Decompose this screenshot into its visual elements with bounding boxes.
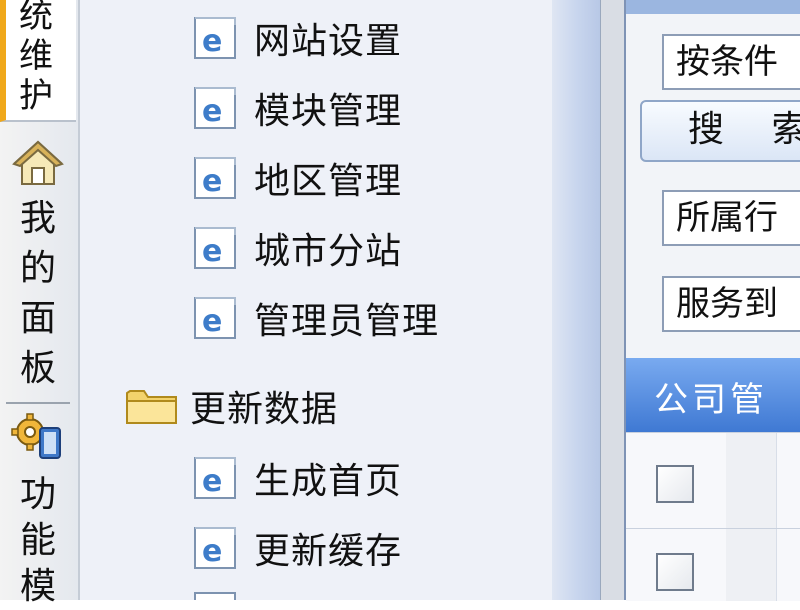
- tab-my-panel[interactable]: 我的面板: [0, 138, 76, 400]
- ie-page-icon: e: [194, 17, 236, 59]
- main-content: 按条件 搜 索 所属行 服务到 公司管: [624, 0, 800, 601]
- tree-item-label: 地区管理: [254, 161, 403, 202]
- table-cell: [726, 433, 777, 529]
- navigation-tree: e 网站设置 e 模块管理 e 地区管理 e 城市分站 e 管理员管理 更新数据…: [80, 0, 552, 600]
- svg-text:e: e: [202, 234, 222, 269]
- ie-page-icon: e: [194, 527, 236, 569]
- tree-item-region-management[interactable]: e 地区管理: [192, 148, 402, 208]
- tree-item-update-cache[interactable]: e 更新缓存: [192, 518, 402, 578]
- row-checkbox[interactable]: [656, 553, 694, 591]
- ie-page-icon: e: [194, 157, 236, 199]
- search-button[interactable]: 搜 索: [640, 100, 800, 162]
- svg-text:e: e: [202, 164, 222, 199]
- row-checkbox[interactable]: [656, 465, 694, 503]
- tree-item-label: 更新缓存: [254, 531, 403, 572]
- tab-label-char: 统维护: [19, 0, 53, 116]
- vertical-tab-strip: 统维护 我的面板 功能模: [0, 0, 80, 607]
- tree-item-site-settings[interactable]: e 网站设置: [192, 8, 402, 68]
- tree-item-city-substation[interactable]: e 城市分站: [192, 218, 402, 278]
- grid-header-title: 公司管: [654, 380, 768, 420]
- tab-system-maintenance[interactable]: 统维护: [0, 0, 76, 122]
- tree-folder-update-data[interactable]: 更新数据: [124, 376, 338, 436]
- panel-splitter[interactable]: [552, 0, 600, 600]
- tree-item-label: 管理员管理: [254, 301, 440, 342]
- tab-function-modules-label: 功能模: [19, 474, 56, 607]
- gear-document-icon: [11, 413, 61, 459]
- ie-page-icon: e: [194, 457, 236, 499]
- tree-item-module-management[interactable]: e 模块管理: [192, 78, 402, 138]
- table-cell: [726, 529, 777, 601]
- tree-item-label: 模块管理: [254, 91, 403, 132]
- svg-text:e: e: [202, 534, 222, 569]
- tree-item-label: 网站设置: [254, 21, 403, 62]
- grid-header: 公司管: [626, 358, 800, 432]
- tree-item-admin-management[interactable]: e 管理员管理: [192, 288, 439, 348]
- content-top-bar: [626, 0, 800, 14]
- svg-text:e: e: [202, 304, 222, 339]
- panel-gutter: [600, 0, 625, 600]
- tree-item-generate-homepage[interactable]: e 生成首页: [192, 448, 402, 508]
- home-icon: [12, 140, 64, 185]
- tree-folder-label: 更新数据: [190, 389, 339, 430]
- ie-page-icon: e: [194, 87, 236, 129]
- table-row: [626, 528, 800, 601]
- service-select[interactable]: 服务到: [662, 276, 800, 332]
- condition-select[interactable]: 按条件: [662, 34, 800, 90]
- folder-icon: [126, 390, 177, 424]
- ie-page-icon: e: [194, 227, 236, 269]
- tab-my-panel-label: 我的面板: [19, 198, 56, 389]
- svg-text:e: e: [202, 94, 222, 129]
- tree-item-label: 生成首页: [254, 461, 403, 502]
- industry-select[interactable]: 所属行: [662, 190, 800, 246]
- tab-divider: [6, 402, 70, 404]
- ie-page-icon: [194, 592, 236, 600]
- tab-function-modules[interactable]: 功能模: [0, 410, 76, 607]
- svg-text:e: e: [202, 24, 222, 59]
- ie-page-icon: e: [194, 297, 236, 339]
- tree-item-label: 城市分站: [254, 231, 403, 272]
- svg-text:e: e: [202, 464, 222, 499]
- table-row: [626, 432, 800, 529]
